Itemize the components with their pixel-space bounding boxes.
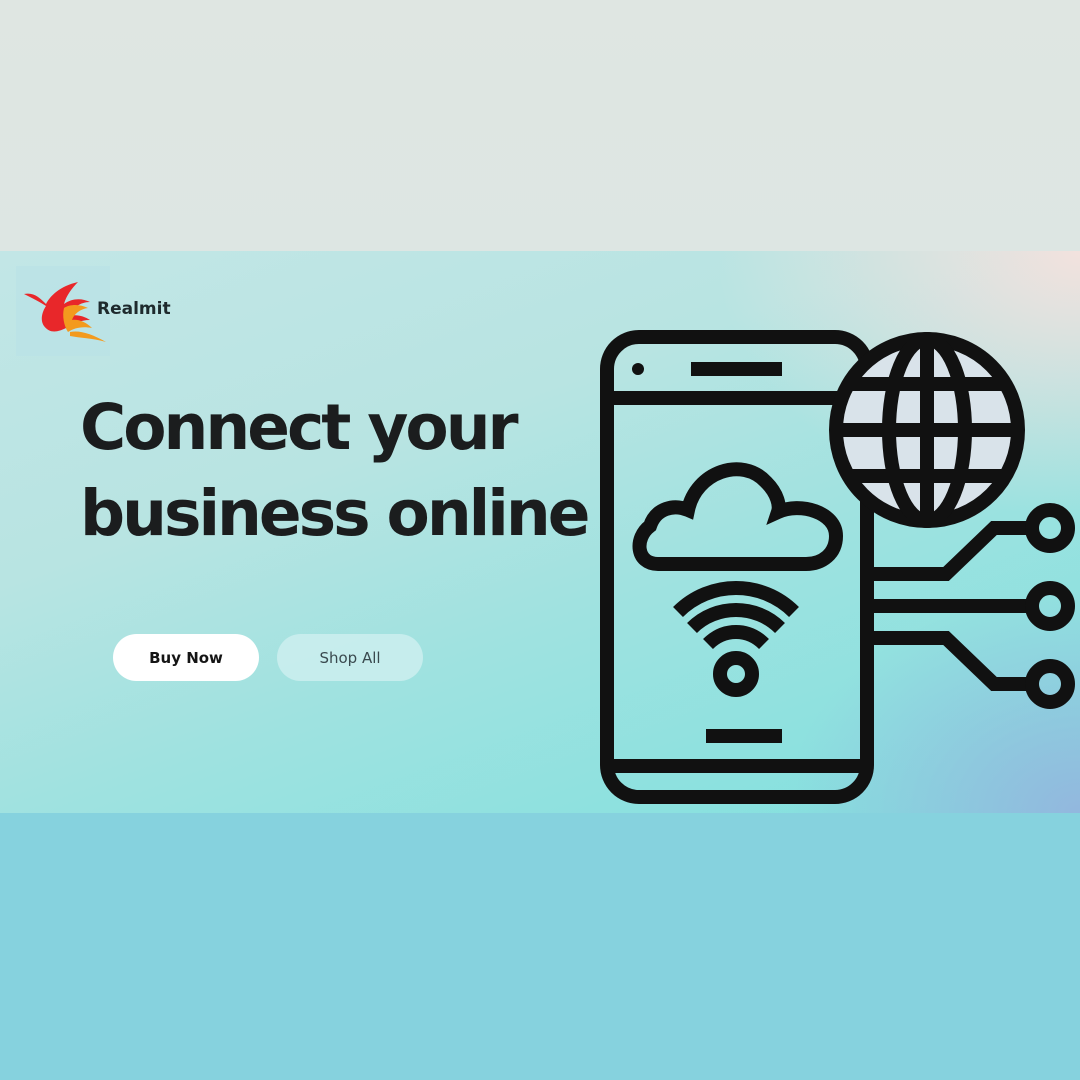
hero-headline: Connect your business online [80,385,600,557]
globe-icon [829,332,1025,528]
headline-line-1: Connect your [80,391,519,464]
buy-now-button[interactable]: Buy Now [113,634,259,681]
circuit-icon [874,503,1075,709]
bottom-band [0,813,1080,1080]
wifi-icon [673,581,799,697]
headline-line-2: business online [80,477,590,550]
brand-name: Realmit [97,299,171,319]
top-band [0,0,1080,251]
shop-all-button[interactable]: Shop All [277,634,423,681]
brand-logo[interactable] [16,266,110,356]
cloud-icon [632,462,844,571]
connected-phone-illustration [600,330,1075,804]
